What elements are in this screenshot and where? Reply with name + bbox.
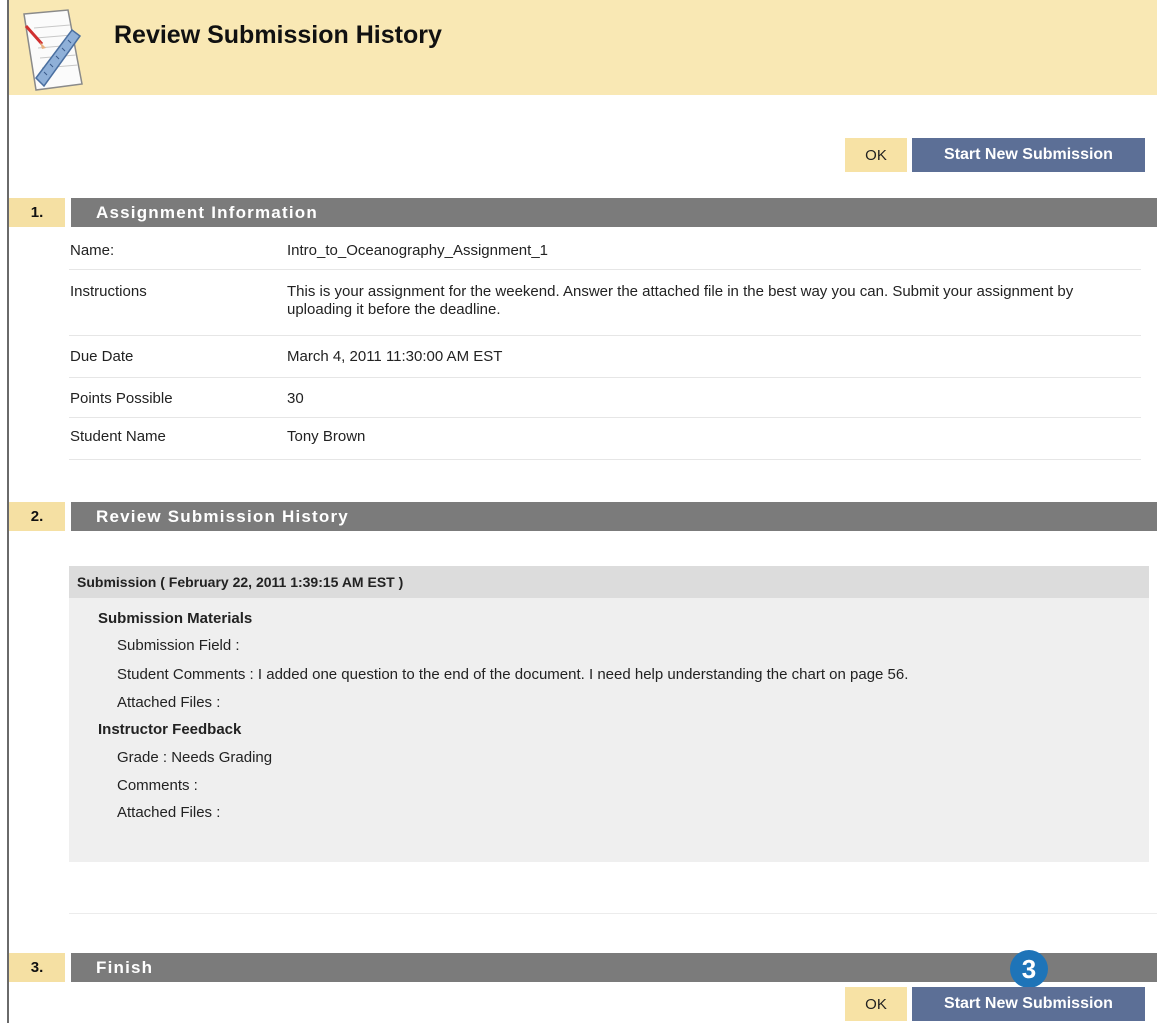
info-row-due-date: Due Date March 4, 2011 11:30:00 AM EST xyxy=(69,336,1141,378)
ok-button-top[interactable]: OK xyxy=(845,138,907,172)
info-value: Tony Brown xyxy=(287,428,366,445)
attached-files: Attached Files : xyxy=(117,694,221,711)
info-row-student: Student Name Tony Brown xyxy=(69,418,1141,460)
divider xyxy=(69,913,1157,914)
start-new-submission-button-bottom[interactable]: Start New Submission xyxy=(912,987,1145,1021)
instructor-feedback-heading: Instructor Feedback xyxy=(98,721,242,738)
assignment-info-table: Name: Intro_to_Oceanography_Assignment_1… xyxy=(69,228,1141,460)
info-label: Points Possible xyxy=(70,390,173,407)
step-callout-badge: 3 xyxy=(1010,950,1048,988)
feedback-comments: Comments : xyxy=(117,777,198,794)
submission-panel: Submission ( February 22, 2011 1:39:15 A… xyxy=(69,566,1149,862)
info-label: Due Date xyxy=(70,348,134,365)
info-label: Instructions xyxy=(70,283,147,300)
section-1-number: 1. xyxy=(9,198,65,227)
section-2-bar: 2. Review Submission History xyxy=(9,502,1157,531)
info-label: Name: xyxy=(70,242,115,259)
section-1-title: Assignment Information xyxy=(71,198,1157,227)
section-3-bar: 3. Finish xyxy=(9,953,1157,982)
section-2-number: 2. xyxy=(9,502,65,531)
page-header: Review Submission History xyxy=(9,0,1157,95)
section-2-title: Review Submission History xyxy=(71,502,1157,531)
page: Review Submission History OK Start New S… xyxy=(0,0,1157,1023)
section-3-number: 3. xyxy=(9,953,65,982)
info-value: Intro_to_Oceanography_Assignment_1 xyxy=(287,242,549,259)
info-value: March 4, 2011 11:30:00 AM EST xyxy=(287,348,503,365)
info-value: 30 xyxy=(287,390,304,407)
info-label: Student Name xyxy=(70,428,166,445)
page-title: Review Submission History xyxy=(114,21,442,49)
grade: Grade : Needs Grading xyxy=(117,749,273,766)
section-1-bar: 1. Assignment Information xyxy=(9,198,1157,227)
info-value: This is your assignment for the weekend.… xyxy=(287,283,1074,318)
feedback-attached-files: Attached Files : xyxy=(117,804,221,821)
section-3-title: Finish xyxy=(71,953,1157,982)
ok-button-bottom[interactable]: OK xyxy=(845,987,907,1021)
submission-field: Submission Field : xyxy=(117,637,240,654)
info-row-points: Points Possible 30 xyxy=(69,378,1141,418)
submission-heading: Submission ( February 22, 2011 1:39:15 A… xyxy=(69,566,1149,598)
student-comments: Student Comments : I added one question … xyxy=(117,666,909,683)
info-row-instructions: Instructions This is your assignment for… xyxy=(69,270,1141,336)
submission-materials-heading: Submission Materials xyxy=(98,610,253,627)
start-new-submission-button-top[interactable]: Start New Submission xyxy=(912,138,1145,172)
info-row-name: Name: Intro_to_Oceanography_Assignment_1 xyxy=(69,228,1141,270)
assignment-ruler-icon xyxy=(23,9,83,91)
